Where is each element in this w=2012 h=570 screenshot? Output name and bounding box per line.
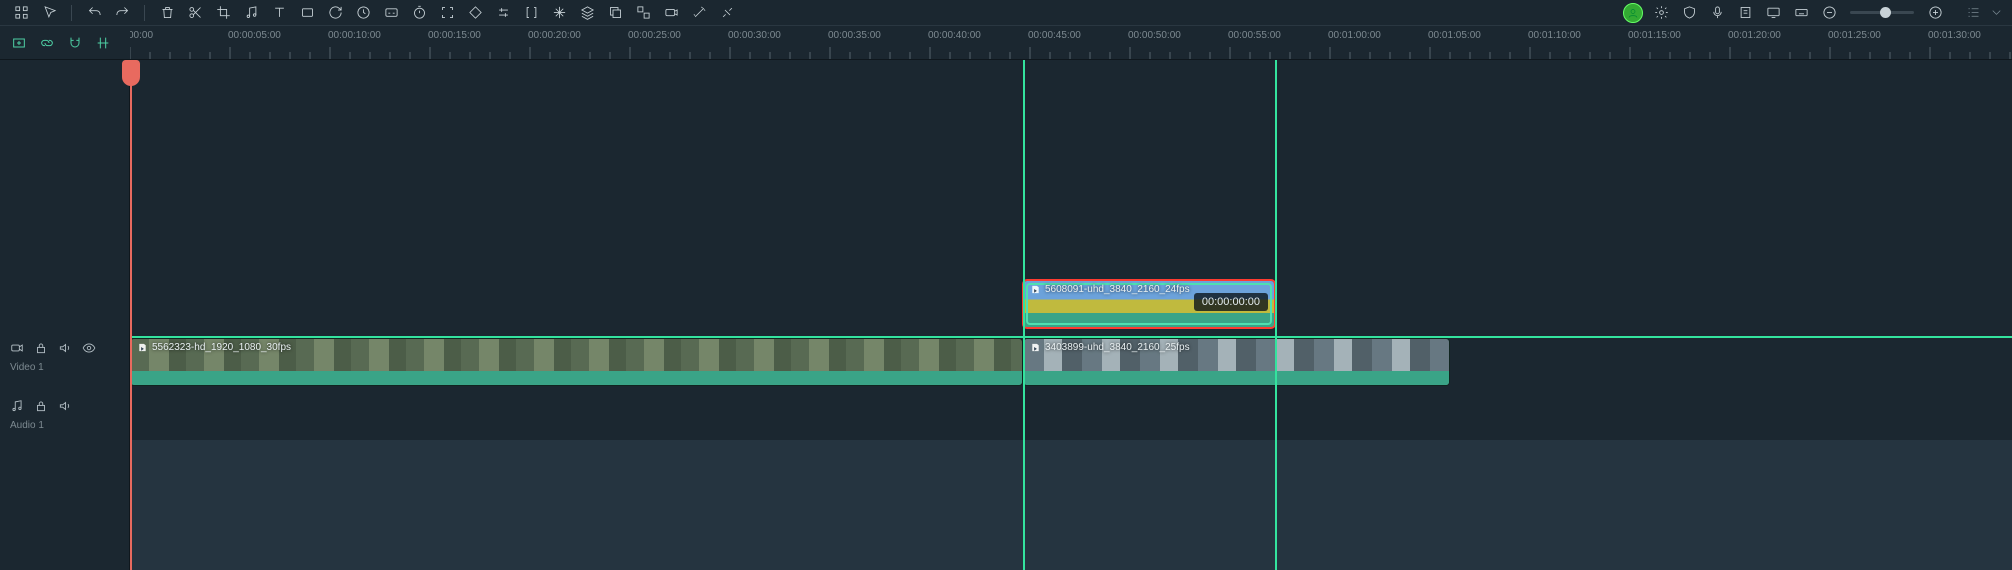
ruler-label: 00:01:05:00 [1428, 30, 1481, 41]
clip-waveform [131, 371, 1022, 385]
ruler-label: 00:01:15:00 [1628, 30, 1681, 41]
clip-name-label: 5608091-uhd_3840_2160_24fps [1030, 284, 1190, 295]
zoom-in-icon[interactable] [1922, 2, 1948, 24]
ruler-label: 00:00 [130, 30, 153, 41]
settings-gear-icon[interactable] [1648, 2, 1674, 24]
ruler-label: 00:01:20:00 [1728, 30, 1781, 41]
tag-icon[interactable] [462, 2, 488, 24]
record-icon[interactable] [658, 2, 684, 24]
ruler-label: 00:00:10:00 [328, 30, 381, 41]
group-icon[interactable] [630, 2, 656, 24]
ruler-label: 00:00:45:00 [1028, 30, 1081, 41]
ruler-label: 00:01:30:00 [1928, 30, 1981, 41]
track-label-video1[interactable]: Video 1 [0, 336, 129, 394]
track-label-audio1[interactable]: Audio 1 [0, 394, 129, 440]
zoom-slider[interactable] [1850, 11, 1914, 14]
bracket-icon[interactable] [518, 2, 544, 24]
snap-guide-vertical [1275, 60, 1277, 570]
cursor-icon[interactable] [36, 2, 62, 24]
playhead[interactable] [130, 60, 132, 570]
mic-icon[interactable] [1704, 2, 1730, 24]
timeline-ruler[interactable]: 00:00 00:00:05:00 00:00:10:00 00:00:15:00 00… [130, 26, 2012, 59]
lock-icon[interactable] [34, 399, 48, 416]
clip-main-1[interactable]: 5562323-hd_1920_1080_30fps [130, 338, 1023, 386]
avatar-icon[interactable] [1620, 2, 1646, 24]
redo-icon[interactable] [109, 2, 135, 24]
track-labels-panel: Video 1 Audio 1 [0, 60, 130, 570]
magnet-icon[interactable] [66, 34, 84, 52]
unlink-icon[interactable] [714, 2, 740, 24]
clip-waveform [1024, 313, 1274, 327]
clip-waveform [1024, 371, 1449, 385]
clip-main-2[interactable]: 3403899-uhd_3840_2160_25fps [1023, 338, 1450, 386]
timer-icon[interactable] [406, 2, 432, 24]
ruler-label: 00:00:30:00 [728, 30, 781, 41]
monitor-icon[interactable] [1760, 2, 1786, 24]
speed-icon[interactable] [350, 2, 376, 24]
note-icon[interactable] [1732, 2, 1758, 24]
audio-track-strip[interactable] [130, 394, 2012, 440]
chevron-down-icon[interactable] [1988, 2, 2004, 24]
ruler-label: 00:00:25:00 [628, 30, 681, 41]
link-icon[interactable] [38, 34, 56, 52]
caption-icon[interactable] [378, 2, 404, 24]
visibility-icon[interactable] [82, 341, 96, 358]
focus-icon[interactable] [434, 2, 460, 24]
rotate-icon[interactable] [322, 2, 348, 24]
timeline-area: Video 1 Audio 1 5608091-uhd_3840_2160_ [0, 60, 2012, 570]
top-toolbar [0, 0, 2012, 26]
separator [144, 5, 145, 21]
ruler-label: 00:00:20:00 [528, 30, 581, 41]
apps-icon[interactable] [8, 2, 34, 24]
scissors-icon[interactable] [182, 2, 208, 24]
marker-sync-icon[interactable] [94, 34, 112, 52]
lock-icon[interactable] [34, 341, 48, 358]
timeline-subbar: 00:00 00:00:05:00 00:00:10:00 00:00:15:00 00… [0, 26, 2012, 60]
rectangle-icon[interactable] [294, 2, 320, 24]
trash-icon[interactable] [154, 2, 180, 24]
adjust-icon[interactable] [490, 2, 516, 24]
separator [71, 5, 72, 21]
ruler-label: 00:01:00:00 [1328, 30, 1381, 41]
crop-icon[interactable] [210, 2, 236, 24]
ruler-label: 00:00:05:00 [228, 30, 281, 41]
ruler-label: 00:00:35:00 [828, 30, 881, 41]
magic-icon[interactable] [686, 2, 712, 24]
ruler-label: 00:00:55:00 [1228, 30, 1281, 41]
clip-name-label: 5562323-hd_1920_1080_30fps [137, 342, 291, 353]
mute-icon[interactable] [58, 341, 72, 358]
snap-guide-vertical [1023, 60, 1025, 570]
text-icon[interactable] [266, 2, 292, 24]
ruler-label: 00:01:10:00 [1528, 30, 1581, 41]
ruler-label: 00:00:40:00 [928, 30, 981, 41]
add-track-icon[interactable] [10, 34, 28, 52]
ruler-label: 00:01:25:00 [1828, 30, 1881, 41]
snap-guide-horizontal [130, 336, 2012, 338]
music-note-icon[interactable] [238, 2, 264, 24]
keyboard-icon[interactable] [1788, 2, 1814, 24]
undo-icon[interactable] [81, 2, 107, 24]
clip-dragging[interactable]: 5608091-uhd_3840_2160_24fps 00:00:00:00 [1023, 280, 1275, 328]
zoom-out-icon[interactable] [1816, 2, 1842, 24]
subbar-left-controls [0, 26, 130, 59]
copy-icon[interactable] [602, 2, 628, 24]
video-track-icon [10, 341, 24, 358]
audio-track-icon [10, 399, 24, 416]
mute-icon[interactable] [58, 399, 72, 416]
ruler-label: 00:00:15:00 [428, 30, 481, 41]
shield-icon[interactable] [1676, 2, 1702, 24]
tracks-canvas[interactable]: 5608091-uhd_3840_2160_24fps 00:00:00:00 … [130, 60, 2012, 570]
timeline-view-icon[interactable] [1960, 2, 1986, 24]
effects-icon[interactable] [546, 2, 572, 24]
audio-track-name: Audio 1 [10, 420, 119, 431]
clip-name-label: 3403899-uhd_3840_2160_25fps [1030, 342, 1190, 353]
video-track-name: Video 1 [10, 362, 119, 373]
ruler-label: 00:00:50:00 [1128, 30, 1181, 41]
clip-time-badge: 00:00:00:00 [1194, 293, 1268, 311]
layers-icon[interactable] [574, 2, 600, 24]
